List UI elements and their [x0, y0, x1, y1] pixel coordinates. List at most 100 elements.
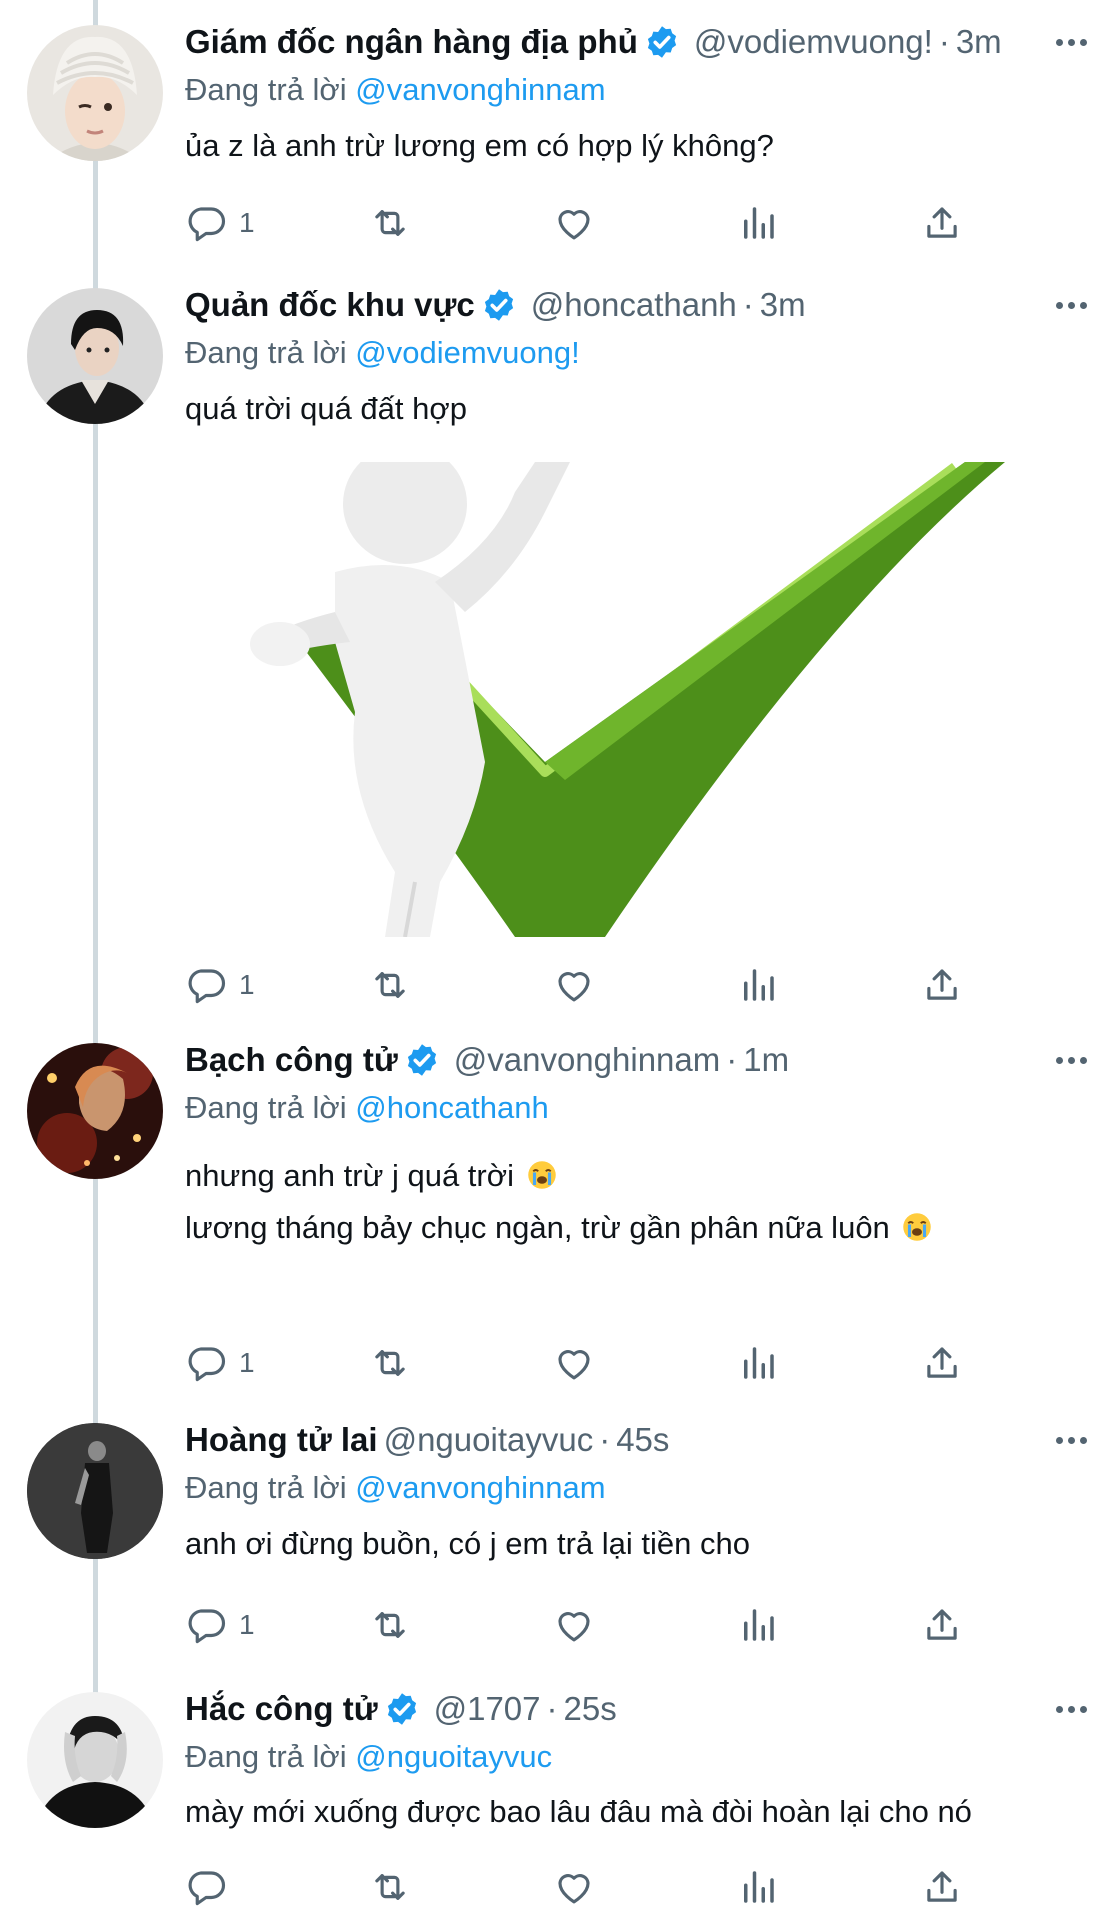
analytics-button[interactable]	[737, 1338, 779, 1388]
tweet-actions: 1	[185, 198, 1015, 248]
avatar-image	[27, 1043, 163, 1179]
reply-count: 1	[239, 207, 255, 238]
avatar-image	[27, 1692, 163, 1828]
display-name[interactable]: Hắc công tử	[185, 1690, 378, 1728]
retweet-button[interactable]	[369, 1600, 411, 1650]
like-button[interactable]	[553, 1338, 595, 1388]
display-name[interactable]: Bạch công tử	[185, 1041, 398, 1079]
retweet-icon	[375, 1350, 405, 1376]
replying-to-label: Đang trả lời	[185, 335, 347, 370]
more-options-icon[interactable]	[1048, 16, 1094, 68]
like-button[interactable]	[553, 198, 595, 248]
timestamp[interactable]: 1m	[743, 1041, 789, 1079]
tweet-text-line: lương tháng bảy chục ngàn, trừ gần phân …	[185, 1202, 932, 1254]
analytics-icon	[744, 969, 774, 1001]
user-handle[interactable]: @vanvonghinnam	[454, 1041, 721, 1079]
like-button[interactable]	[553, 1862, 595, 1912]
user-handle[interactable]: @vodiemvuong!	[694, 23, 933, 61]
mention-link[interactable]: @vanvonghinnam	[355, 1470, 605, 1505]
replying-to-label: Đang trả lời	[185, 1090, 347, 1125]
user-handle[interactable]: @1707	[434, 1690, 541, 1728]
share-button[interactable]	[921, 1338, 963, 1388]
avatar[interactable]	[27, 25, 163, 161]
reply-button[interactable]: 1	[185, 1338, 255, 1388]
replying-to: Đang trả lời @nguoitayvuc	[185, 1739, 552, 1775]
share-icon	[927, 207, 957, 238]
loudly-crying-face-icon	[903, 1213, 932, 1241]
checkmark-figure-illustration	[185, 462, 1055, 937]
share-button[interactable]	[921, 960, 963, 1010]
tweet-text: quá trời quá đất hợp	[185, 391, 467, 426]
avatar[interactable]	[27, 1423, 163, 1559]
user-handle[interactable]: @nguoitayvuc	[384, 1421, 594, 1459]
retweet-button[interactable]	[369, 1338, 411, 1388]
share-button[interactable]	[921, 1862, 963, 1912]
tweet-text: anh ơi đừng buồn, có j em trả lại tiền c…	[185, 1526, 750, 1561]
analytics-button[interactable]	[737, 198, 779, 248]
reply-count: 1	[239, 1347, 255, 1378]
replying-to-label: Đang trả lời	[185, 1470, 347, 1505]
mention-link[interactable]: @nguoitayvuc	[355, 1739, 552, 1774]
reply-icon	[188, 1347, 226, 1382]
analytics-button[interactable]	[737, 1600, 779, 1650]
avatar-image	[27, 288, 163, 424]
reply-icon	[188, 207, 226, 242]
share-button[interactable]	[921, 1600, 963, 1650]
reply-button[interactable]	[185, 1862, 239, 1912]
replying-to: Đang trả lời @vodiemvuong!	[185, 335, 580, 371]
avatar[interactable]	[27, 288, 163, 424]
like-icon	[558, 1350, 590, 1380]
timestamp[interactable]: 3m	[956, 23, 1002, 61]
analytics-button[interactable]	[737, 960, 779, 1010]
more-options-icon[interactable]	[1048, 1034, 1094, 1086]
reply-button[interactable]: 1	[185, 960, 255, 1010]
retweet-icon	[375, 1874, 405, 1900]
analytics-button[interactable]	[737, 1862, 779, 1912]
timestamp[interactable]: 3m	[760, 286, 806, 324]
user-handle[interactable]: @honcathanh	[531, 286, 737, 324]
tweet-actions: 1	[185, 1600, 1015, 1650]
mention-link[interactable]: @honcathanh	[355, 1090, 549, 1125]
retweet-button[interactable]	[369, 1862, 411, 1912]
display-name[interactable]: Giám đốc ngân hàng địa phủ	[185, 23, 638, 61]
like-button[interactable]	[553, 960, 595, 1010]
retweet-button[interactable]	[369, 198, 411, 248]
replying-to: Đang trả lời @vanvonghinnam	[185, 1470, 606, 1506]
display-name[interactable]: Hoàng tử lai	[185, 1421, 378, 1459]
share-icon	[927, 1609, 957, 1640]
retweet-icon	[375, 1612, 405, 1638]
separator-dot: ·	[938, 23, 950, 60]
replying-to-label: Đang trả lời	[185, 72, 347, 107]
like-button[interactable]	[553, 1600, 595, 1650]
verified-badge-icon	[644, 24, 680, 60]
verified-badge-icon	[404, 1042, 440, 1078]
reply-icon	[188, 969, 226, 1004]
reply-count: 1	[239, 969, 255, 1000]
mention-link[interactable]: @vodiemvuong!	[355, 335, 579, 370]
reply-button[interactable]: 1	[185, 198, 255, 248]
reply-icon	[188, 1609, 226, 1644]
tweet-actions: 1	[185, 1338, 1015, 1388]
tweet-header: Hắc công tử @1707 · 25s	[185, 1683, 617, 1735]
analytics-icon	[744, 1871, 774, 1903]
more-options-icon[interactable]	[1048, 279, 1094, 331]
avatar[interactable]	[27, 1692, 163, 1828]
timestamp[interactable]: 25s	[564, 1690, 617, 1728]
share-button[interactable]	[921, 198, 963, 248]
timestamp[interactable]: 45s	[616, 1421, 669, 1459]
verified-badge-icon	[481, 287, 517, 323]
retweet-button[interactable]	[369, 960, 411, 1010]
tweet-text: ủa z là anh trừ lương em có hợp lý không…	[185, 128, 774, 163]
display-name[interactable]: Quản đốc khu vực	[185, 286, 475, 324]
more-options-icon[interactable]	[1048, 1683, 1094, 1735]
tweet-header: Giám đốc ngân hàng địa phủ @vodiemvuong!…	[185, 16, 1002, 68]
more-options-icon[interactable]	[1048, 1414, 1094, 1466]
avatar[interactable]	[27, 1043, 163, 1179]
tweet-media-image[interactable]	[185, 462, 1055, 937]
tweet-text-line: nhưng anh trừ j quá trời	[185, 1150, 557, 1202]
replying-to: Đang trả lời @vanvonghinnam	[185, 72, 606, 108]
share-icon	[927, 1347, 957, 1378]
separator-dot: ·	[599, 1421, 611, 1458]
mention-link[interactable]: @vanvonghinnam	[355, 72, 605, 107]
reply-button[interactable]: 1	[185, 1600, 255, 1650]
